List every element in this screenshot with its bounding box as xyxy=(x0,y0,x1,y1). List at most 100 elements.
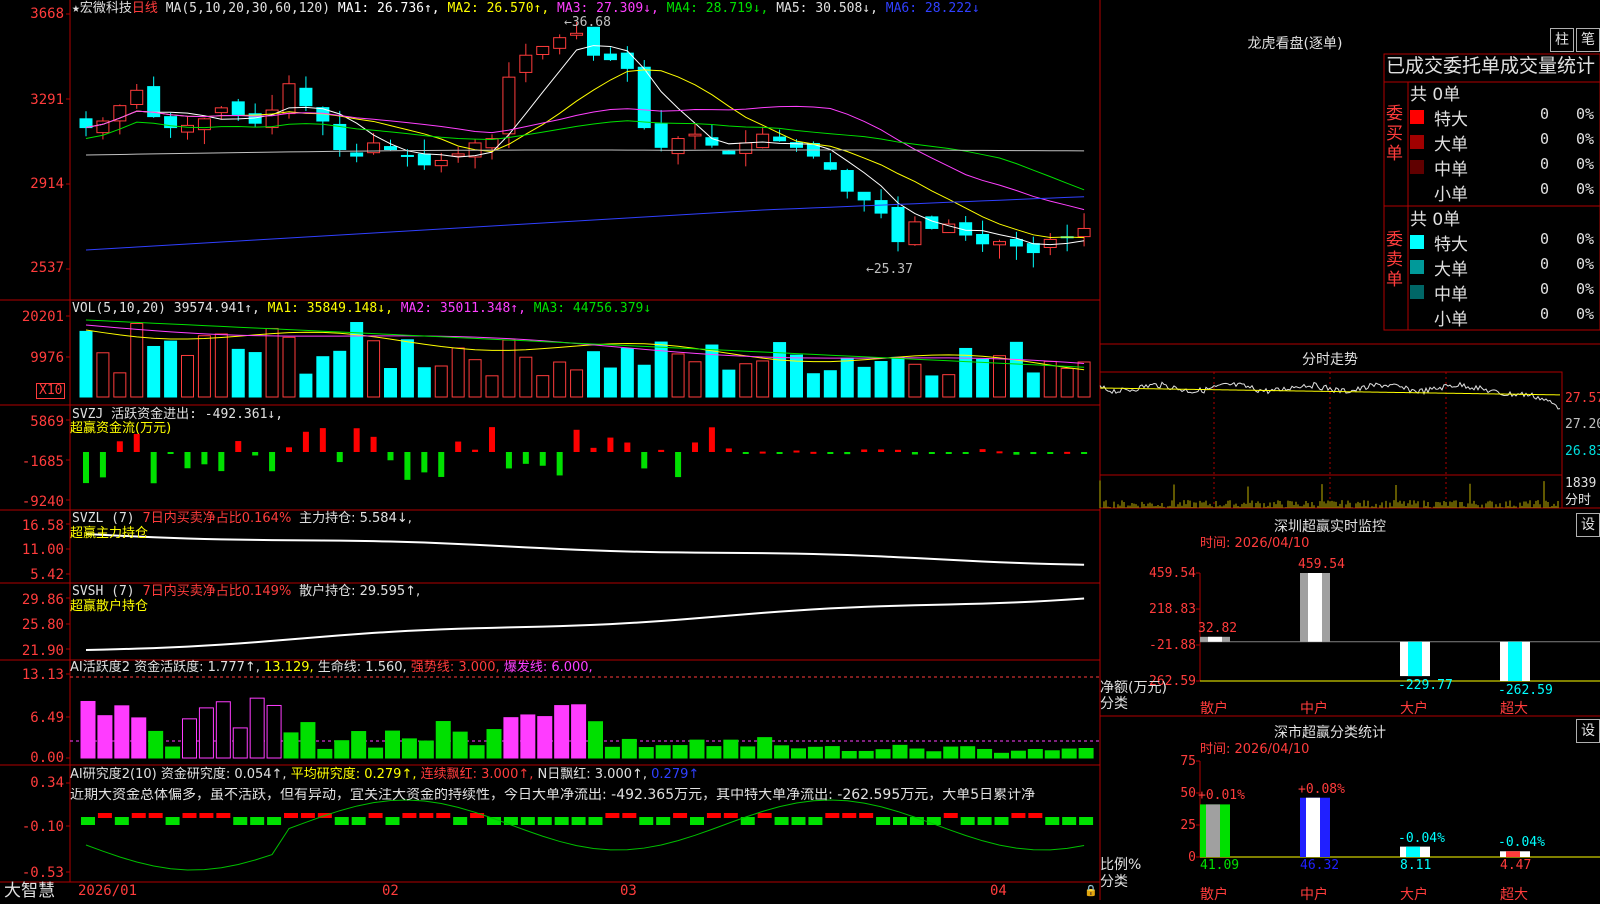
classify-category-label: 中户 xyxy=(1300,887,1328,903)
vol-header: VOL(5,10,20) 39574.941↑, MA1: 35849.148↓… xyxy=(72,301,652,316)
favorite-star-icon[interactable]: ★ xyxy=(72,1,80,16)
activity-bar xyxy=(740,746,756,759)
period-label[interactable]: 日线 xyxy=(132,1,158,16)
activity-bar xyxy=(418,740,434,759)
activity-bar xyxy=(977,748,993,759)
activity-bar xyxy=(774,745,790,759)
money-flow-bar xyxy=(184,452,191,469)
volume-bar xyxy=(214,333,228,398)
intraday-price-line xyxy=(1099,381,1561,410)
classify-value-label: 4.47 xyxy=(1500,858,1532,873)
volume-bar xyxy=(400,339,414,398)
candlestick xyxy=(417,153,431,166)
order-type: 特大 xyxy=(1434,235,1468,255)
volume-bar xyxy=(739,363,753,398)
lock-icon[interactable]: 🔒 xyxy=(1084,884,1098,897)
bar-view-button[interactable]: 柱 xyxy=(1550,28,1574,52)
money-flow-bar xyxy=(776,452,783,454)
ai2-axis-label: 0.34 xyxy=(30,775,64,791)
dragon-subtitle: 已成交委托单成交量统计 xyxy=(1386,55,1596,77)
research-bar xyxy=(825,813,840,818)
research-bar xyxy=(571,817,586,825)
volume-bar xyxy=(603,367,617,398)
activity-bar xyxy=(334,740,350,759)
candlestick xyxy=(231,101,245,115)
x-axis-label: 2026/01 xyxy=(78,883,138,899)
research-bar xyxy=(503,817,518,825)
volume-bar xyxy=(722,369,736,398)
monitor-settings-button[interactable]: 设 xyxy=(1576,513,1600,537)
money-flow-bar xyxy=(996,451,1003,454)
classify-bar-highlight xyxy=(1306,797,1320,857)
activity-bar xyxy=(401,738,417,759)
classify-axis-label: 50 xyxy=(1180,786,1196,801)
money-flow-bar xyxy=(861,449,868,452)
monitor-value-label: 459.54 xyxy=(1298,557,1345,572)
ma4-value: MA4: 28.719↓, xyxy=(666,1,769,16)
activity-bar xyxy=(1061,748,1077,759)
activity-bar xyxy=(554,705,570,759)
candlestick xyxy=(874,200,888,214)
svsh-axis-label: 25.80 xyxy=(21,617,64,633)
monitor-value-label: -262.59 xyxy=(1498,683,1553,698)
money-flow-bar xyxy=(455,441,462,452)
activity-bar xyxy=(960,746,976,759)
volume-bar xyxy=(536,375,550,398)
candlestick xyxy=(823,162,837,170)
research-bar xyxy=(605,813,620,818)
activity-bar xyxy=(232,727,248,759)
research-bar xyxy=(994,817,1009,825)
volume-bar xyxy=(468,359,482,398)
volume-bar xyxy=(367,340,381,398)
stock-name: 宏微科技 xyxy=(79,1,132,16)
candlestick xyxy=(908,221,922,246)
research-bar xyxy=(706,813,721,818)
research-bar xyxy=(1079,817,1094,825)
activity-bar xyxy=(909,748,925,759)
vol-axis-label: 9976 xyxy=(30,350,64,366)
activity-bar xyxy=(621,738,637,759)
money-flow-bar xyxy=(133,433,140,452)
ma20-line xyxy=(85,105,1085,211)
research-bar xyxy=(470,813,485,818)
candlestick xyxy=(333,123,347,151)
money-flow-bar xyxy=(201,452,208,465)
ai2-description: 近期大资金总体偏多，虽不活跃，但有异动，宜关注大资金的持续性，今日大单净流出: … xyxy=(70,788,1036,802)
vol-unit-badge[interactable]: X10 xyxy=(36,383,66,399)
candlestick xyxy=(434,159,448,167)
ma2-value: MA2: 26.570↑, xyxy=(447,1,550,16)
activity-bar xyxy=(182,718,197,759)
money-flow-bar xyxy=(844,452,851,455)
stock-chart-canvas[interactable] xyxy=(0,0,1600,900)
volume-bar xyxy=(823,370,837,398)
money-flow-bar xyxy=(404,452,411,480)
candlestick xyxy=(113,105,127,122)
order-count: 0 xyxy=(1540,230,1550,248)
volume-bar xyxy=(840,357,854,398)
monitor-category-label: 散户 xyxy=(1200,701,1228,717)
svzl-header: SVZL (7) 7日内买卖净占比0.164% 主力持仓: 5.584↓, xyxy=(72,511,412,526)
research-bar xyxy=(97,813,112,818)
candlestick xyxy=(688,133,702,137)
intraday-axis-label: 26.83 xyxy=(1565,444,1600,459)
research-bar xyxy=(537,817,552,825)
classify-value-label: 8.11 xyxy=(1400,858,1432,873)
candlestick xyxy=(976,234,990,245)
sell-side-label: 委卖单 xyxy=(1386,230,1403,290)
order-color-swatch xyxy=(1410,235,1424,249)
volume-bar xyxy=(316,356,330,398)
order-count: 0 xyxy=(1540,305,1550,323)
money-flow-bar xyxy=(945,452,952,454)
tick-view-button[interactable]: 笔 xyxy=(1576,28,1600,52)
intraday-vol-unit: 分时 xyxy=(1565,493,1592,508)
volume-bar xyxy=(857,366,871,398)
activity-bar xyxy=(994,752,1009,759)
money-flow-bar xyxy=(353,428,360,452)
activity-bar xyxy=(198,707,214,759)
money-flow-bar xyxy=(387,452,394,461)
money-flow-bar xyxy=(167,452,174,454)
volume-bar xyxy=(519,356,533,398)
order-count: 0 xyxy=(1540,180,1550,198)
volume-bar xyxy=(130,322,144,398)
classify-settings-button[interactable]: 设 xyxy=(1576,719,1600,743)
